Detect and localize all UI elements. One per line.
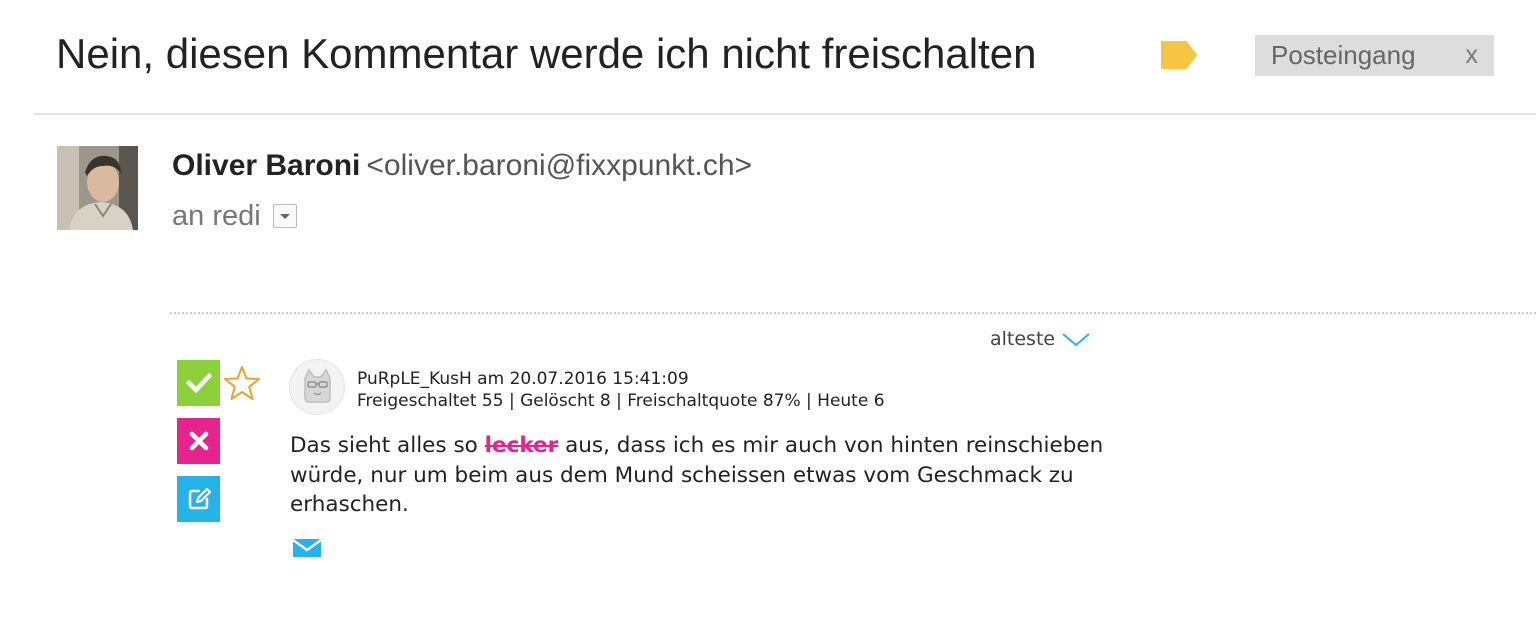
- content-divider: [170, 312, 1536, 314]
- recipient-line: an redi: [172, 198, 297, 234]
- inbox-label-text: Posteingang: [1271, 40, 1416, 70]
- sort-order-toggle[interactable]: alteste: [990, 328, 1091, 350]
- commenter-avatar: [289, 359, 345, 415]
- remove-label-button[interactable]: x: [1466, 41, 1479, 70]
- recipient-prefix: an: [172, 200, 205, 232]
- envelope-icon[interactable]: [292, 538, 322, 558]
- comment-author[interactable]: PuRpLE_KusH: [357, 369, 472, 389]
- comment-text-before: Das sieht alles so: [290, 433, 485, 458]
- sender-email: <oliver.baroni@fixxpunkt.ch>: [366, 149, 753, 182]
- recipient-name: redi: [212, 200, 261, 232]
- sender-avatar: [57, 146, 138, 230]
- comment-meta: PuRpLE_KusH am 20.07.2016 15:41:09 Freig…: [357, 368, 885, 412]
- star-icon[interactable]: [222, 364, 262, 404]
- sender-line: Oliver Baroni <oliver.baroni@fixxpunkt.ch…: [172, 148, 752, 184]
- comment-text: Das sieht alles so lecker aus, dass ich …: [290, 431, 1110, 520]
- comment-date-prefix: am: [477, 369, 505, 389]
- label-tag-icon[interactable]: [1160, 40, 1198, 70]
- header-divider: [34, 113, 1536, 115]
- x-icon: [189, 431, 208, 451]
- inbox-label-chip: Posteingang x: [1255, 35, 1494, 76]
- struck-word: lecker: [484, 433, 559, 458]
- check-icon: [185, 372, 212, 394]
- comment-timestamp: 20.07.2016 15:41:09: [509, 369, 689, 389]
- chevron-down-icon: [1062, 333, 1090, 347]
- sender-name[interactable]: Oliver Baroni: [172, 149, 360, 182]
- details-dropdown-button[interactable]: [272, 204, 297, 228]
- sort-order-label: alteste: [990, 328, 1056, 350]
- edit-icon: [188, 487, 211, 510]
- edit-button[interactable]: [177, 476, 220, 522]
- email-subject: Nein, diesen Kommentar werde ich nicht f…: [56, 30, 1037, 77]
- comment-author-line: PuRpLE_KusH am 20.07.2016 15:41:09: [357, 368, 885, 390]
- reject-button[interactable]: [177, 418, 220, 464]
- approve-button[interactable]: [177, 360, 220, 406]
- comment-author-stats: Freigeschaltet 55 | Gelöscht 8 | Freisch…: [357, 391, 885, 411]
